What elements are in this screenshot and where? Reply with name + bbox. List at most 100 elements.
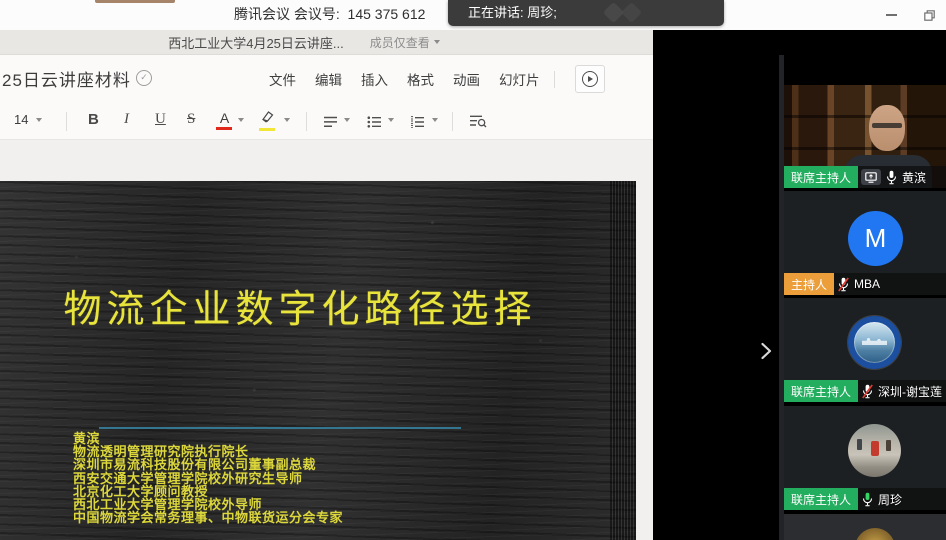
slide-title: 物流企业数字化路径选择 [0, 278, 600, 333]
video-tile-huangbin[interactable]: 联席主持人 黄滨 [784, 85, 946, 188]
person-silhouette [872, 123, 902, 128]
menu-edit[interactable]: 编辑 [315, 69, 342, 89]
menu-file[interactable]: 文件 [269, 69, 296, 89]
chevron-down-icon [36, 118, 42, 122]
menu-slideshow[interactable]: 幻灯片 [499, 69, 540, 89]
underline-button[interactable]: U [155, 111, 166, 128]
restore-icon [924, 10, 935, 21]
slide-canvas: 物流企业数字化路径选择 黄滨 物流透明管理研究院执行院长 深圳市易流科技股份有限… [0, 140, 653, 540]
menu-format[interactable]: 格式 [407, 69, 434, 89]
meeting-title-bar: 腾讯会议 会议号: 145 375 612 正在讲话: 周珍; [0, 0, 946, 30]
align-left-icon [323, 116, 338, 128]
screen-sharing-icon [861, 169, 881, 185]
strikethrough-button[interactable]: S [187, 111, 195, 128]
bold-button[interactable]: B [88, 111, 99, 128]
highlight-color-button[interactable] [259, 110, 277, 131]
slide-divider-line [99, 427, 461, 429]
font-size-select[interactable]: 14 [14, 112, 42, 127]
screen: 腾讯会议 会议号: 145 375 612 正在讲话: 周珍; 西北工业大学4月… [0, 0, 946, 540]
tile-name-strip: 周珍 [858, 488, 946, 510]
italic-button[interactable]: I [124, 111, 129, 128]
bullet-list-button[interactable] [367, 115, 382, 132]
person-silhouette [869, 105, 905, 151]
doc-tab[interactable]: 西北工业大学4月25日云讲座... [168, 33, 344, 52]
editor-header: 25日云讲座材料 ✓ 文件 编辑 插入 格式 动画 幻灯片 [0, 55, 653, 103]
chevron-down-icon[interactable] [432, 118, 438, 122]
divider [306, 112, 307, 131]
meeting-logo-watermark-icon [621, 2, 642, 23]
tile-info-bar: 联席主持人 深圳-谢宝莲 [784, 380, 946, 402]
divider [66, 112, 67, 131]
minimize-button[interactable] [884, 8, 898, 22]
bio-line: 中国物流学会常务理事、中物联货运分会专家 [73, 511, 343, 524]
numbered-list-icon [410, 116, 425, 128]
doc-tab-bar: 西北工业大学4月25日云讲座... 成员仅查看 [0, 30, 653, 55]
chevron-down-icon[interactable] [388, 118, 394, 122]
speaking-text: 正在讲话: 周珍; [468, 5, 557, 20]
speaking-indicator: 正在讲话: 周珍; [448, 0, 724, 26]
font-color-swatch [216, 127, 232, 130]
font-size-value: 14 [14, 112, 28, 127]
role-badge: 联席主持人 [784, 166, 858, 188]
minimize-icon [886, 14, 897, 16]
slideshow-play-button[interactable] [575, 65, 605, 93]
divider [554, 71, 555, 88]
font-color-button[interactable]: A [216, 110, 233, 130]
photo-avatar [848, 424, 901, 477]
restore-button[interactable] [922, 8, 936, 22]
bio-line: 西安交通大学管理学院校外研究生导师 [73, 472, 343, 485]
video-tile-partial[interactable] [784, 514, 946, 540]
saved-check-icon: ✓ [136, 70, 152, 86]
role-badge: 联席主持人 [784, 380, 858, 402]
tile-info-bar: 主持人 MBA [784, 273, 946, 295]
cutoff-window-edge [95, 0, 175, 3]
tile-name-strip: MBA [834, 273, 946, 295]
participant-name: 深圳-谢宝莲 [878, 383, 942, 400]
video-tile-zhouzhen[interactable]: 联席主持人 周珍 [784, 406, 946, 510]
find-in-text-icon [469, 114, 487, 128]
highlighter-icon [259, 110, 275, 123]
mic-active-icon [861, 491, 874, 508]
divider [452, 112, 453, 131]
role-badge: 联席主持人 [784, 488, 858, 510]
chevron-down-icon [434, 40, 440, 44]
speaker-bio: 黄滨 物流透明管理研究院执行院长 深圳市易流科技股份有限公司董事副总裁 西安交通… [73, 432, 343, 524]
tile-name-strip: 深圳-谢宝莲 [858, 380, 946, 402]
meeting-id-title: 腾讯会议 会议号: 145 375 612 [234, 0, 425, 30]
font-color-letter: A [220, 110, 229, 126]
video-tile-mba[interactable]: M 主持人 MBA [784, 191, 946, 295]
play-icon [582, 71, 598, 87]
chevron-down-icon[interactable] [284, 118, 290, 122]
mic-muted-icon [861, 383, 874, 400]
tile-name-strip: 黄滨 [858, 166, 946, 188]
participant-name: 黄滨 [902, 169, 926, 186]
avatar-letter: M [865, 223, 887, 254]
highlight-color-swatch [259, 128, 275, 131]
document-title: 25日云讲座材料 [2, 66, 131, 91]
photo-avatar [855, 528, 895, 540]
format-toolbar: 14 B I U S A [0, 103, 653, 140]
menu-bar: 文件 编辑 插入 格式 动画 幻灯片 [269, 55, 540, 103]
member-view-dropdown[interactable]: 成员仅查看 [370, 34, 440, 51]
avatar: M [848, 211, 903, 266]
chevron-down-icon[interactable] [238, 118, 244, 122]
menu-animation[interactable]: 动画 [453, 69, 480, 89]
expand-panel-chevron-icon[interactable] [760, 342, 772, 360]
align-button[interactable] [323, 115, 338, 132]
participant-video-panel: 联席主持人 黄滨 M 主持人 [784, 55, 946, 540]
logo-buildings [862, 338, 887, 345]
find-replace-button[interactable] [469, 114, 487, 132]
role-badge: 主持人 [784, 273, 834, 295]
video-tile-xiebaolian[interactable]: 联席主持人 深圳-谢宝莲 [784, 298, 946, 402]
tile-info-bar: 联席主持人 黄滨 [784, 166, 946, 188]
menu-insert[interactable]: 插入 [361, 69, 388, 89]
tile-info-bar: 联席主持人 周珍 [784, 488, 946, 510]
participant-name: MBA [854, 277, 880, 291]
numbered-list-button[interactable] [410, 115, 425, 132]
bullet-list-icon [367, 116, 382, 128]
slide[interactable]: 物流企业数字化路径选择 黄滨 物流透明管理研究院执行院长 深圳市易流科技股份有限… [0, 181, 636, 540]
editor-window: 25日云讲座材料 ✓ 文件 编辑 插入 格式 动画 幻灯片 14 B I [0, 55, 653, 540]
mic-muted-icon [837, 276, 850, 293]
chevron-down-icon[interactable] [344, 118, 350, 122]
window-controls [884, 0, 940, 30]
